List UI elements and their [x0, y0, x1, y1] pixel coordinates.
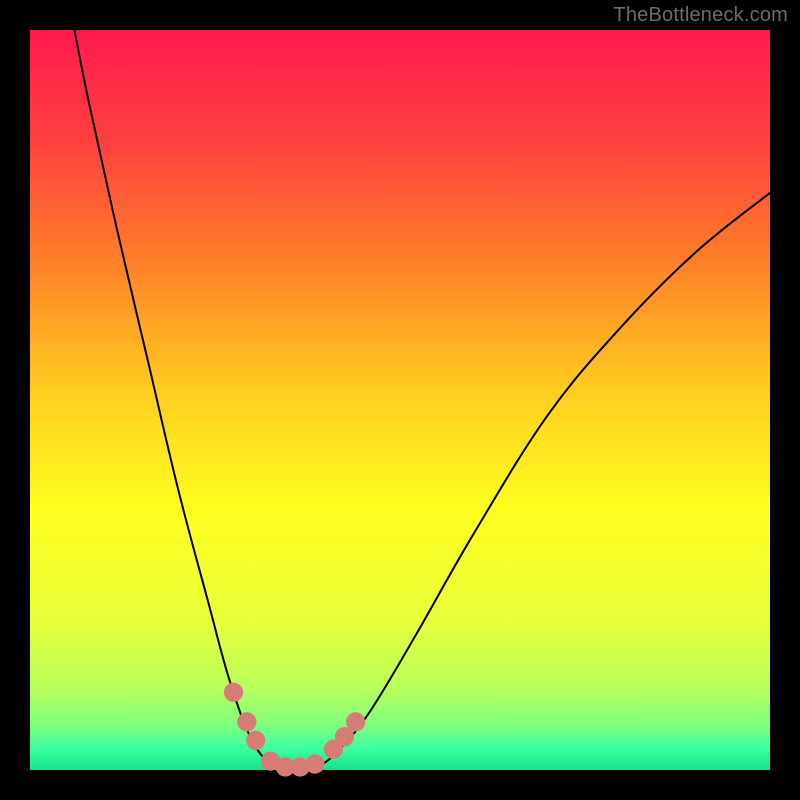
data-marker [237, 712, 256, 731]
data-marker [305, 754, 324, 773]
data-marker [246, 731, 265, 750]
data-marker [224, 683, 243, 702]
chart-frame: TheBottleneck.com [0, 0, 800, 800]
chart-svg [0, 0, 800, 800]
gradient-background [30, 30, 770, 770]
data-marker [346, 712, 365, 731]
watermark: TheBottleneck.com [613, 4, 788, 27]
